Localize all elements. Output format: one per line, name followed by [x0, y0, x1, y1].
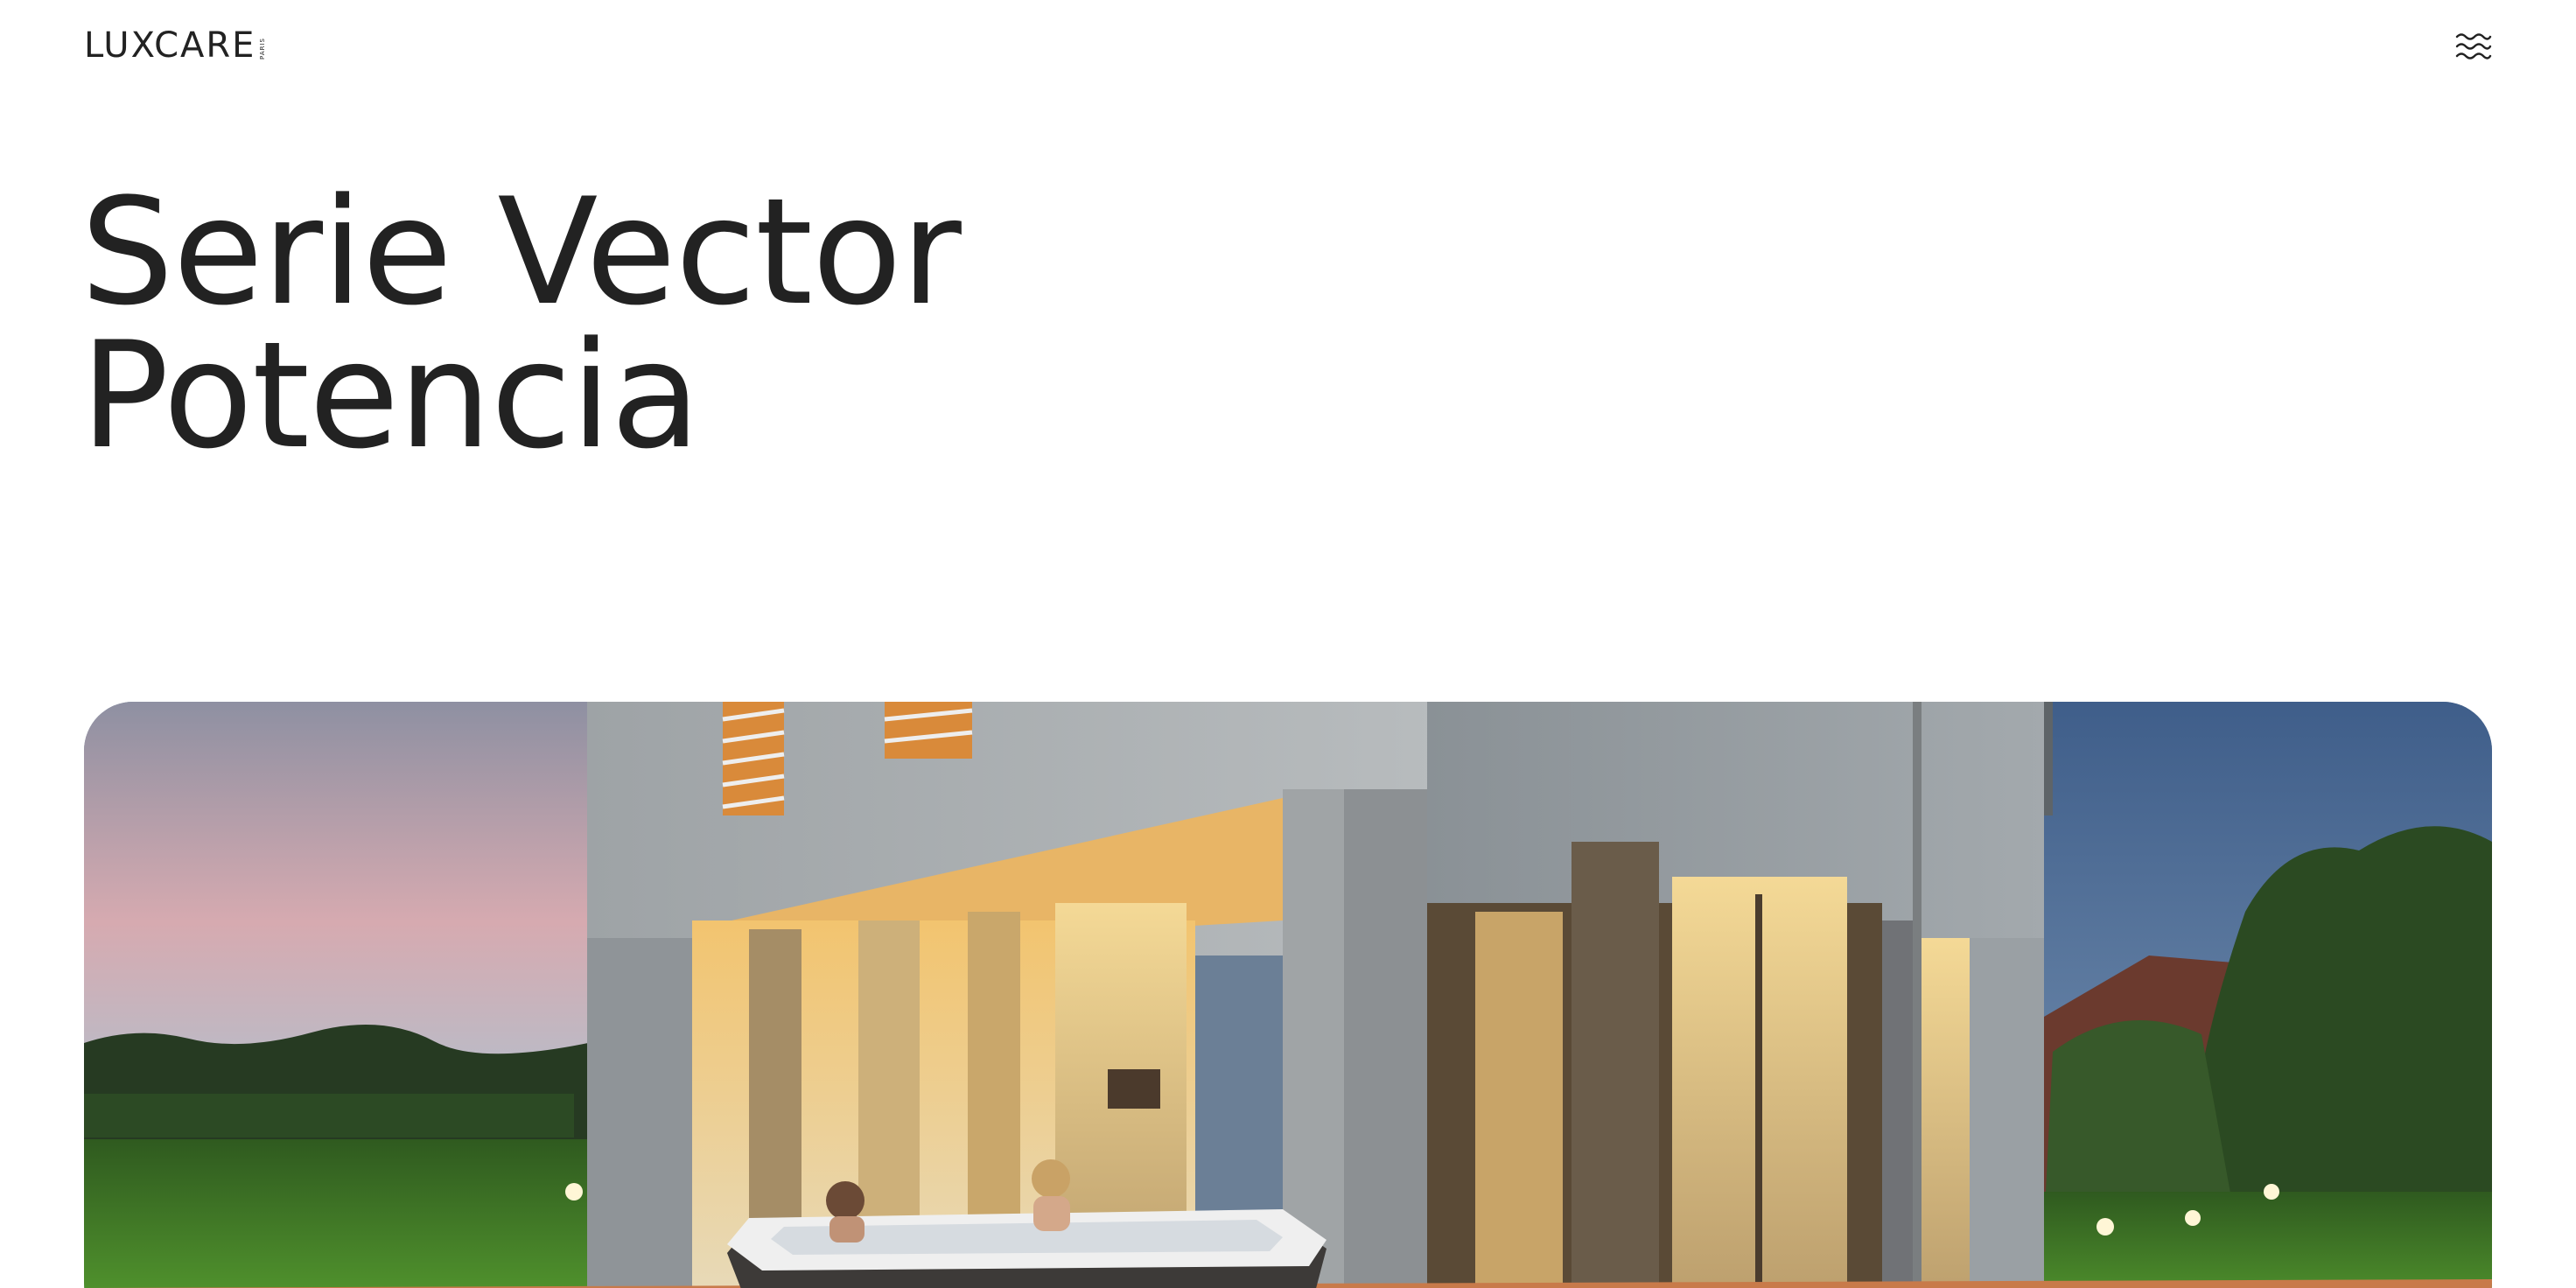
luxcare-logo[interactable]: LUXCARE PARIS [84, 28, 266, 63]
title-line-1: Serie Vector [80, 166, 962, 338]
page: LUXCARE PARIS Serie Vector Potencia [0, 0, 2576, 1288]
logo-subtext: PARIS [259, 38, 267, 60]
logo-wordmark: LUXCARE [84, 25, 256, 66]
menu-button[interactable] [2455, 32, 2492, 61]
page-title: Serie Vector Potencia [80, 166, 962, 481]
title-line-2: Potencia [80, 310, 701, 481]
house-hot-tub-illustration [84, 702, 2492, 1288]
hero-image [84, 702, 2492, 1288]
menu-waves-icon [2455, 33, 2492, 60]
